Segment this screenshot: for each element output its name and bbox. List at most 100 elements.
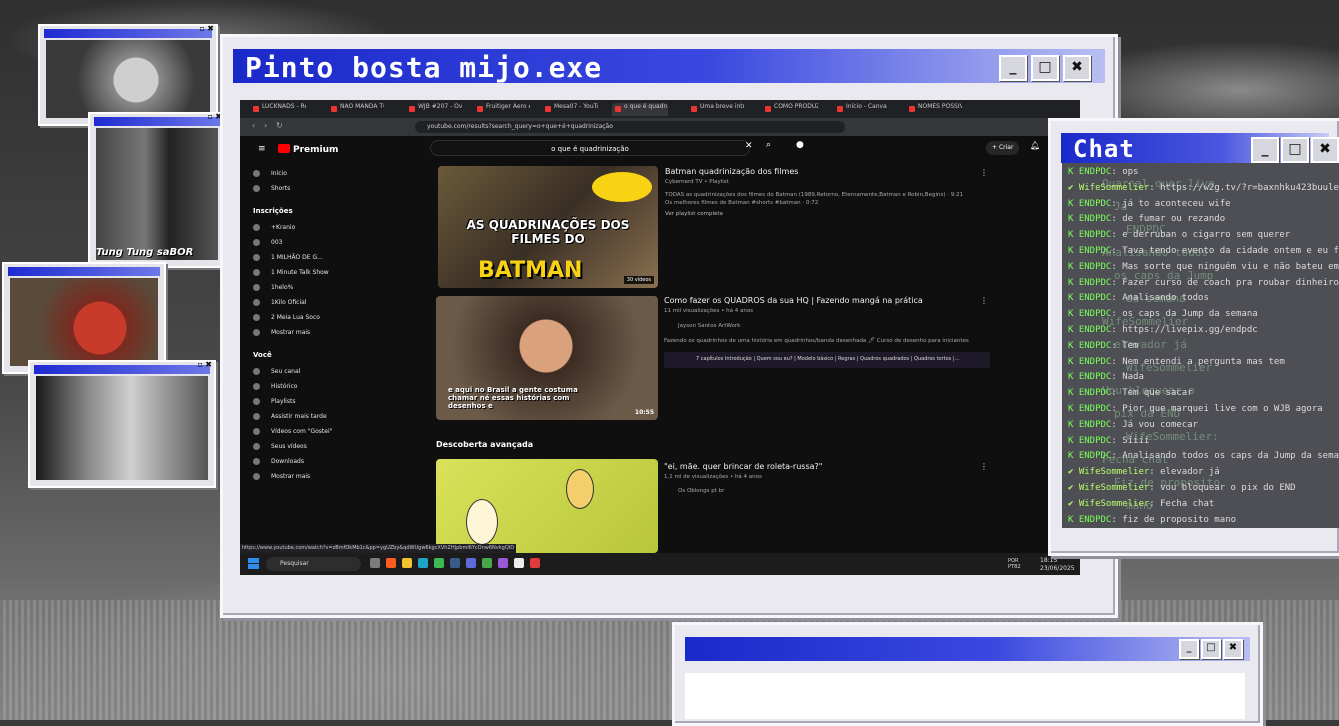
sidebar-item-your-videos[interactable]: Seus vídeos [248,439,358,454]
url-field[interactable]: youtube.com/results?search_query=o+que+é… [415,121,845,133]
minimize-button[interactable]: _ [999,55,1027,81]
chat-username[interactable]: K ENDPDC [1068,246,1111,256]
chat-username[interactable]: K ENDPDC [1068,372,1111,382]
app-icon[interactable] [514,558,524,568]
sidebar-sub-item[interactable]: 1 Minute Talk Show [248,265,358,280]
chrome-icon[interactable] [434,558,444,568]
search-input[interactable]: o que é quadrinização [430,140,750,156]
browser-tab[interactable]: WJB #207 - Ove Pier [406,103,462,116]
browser-tab[interactable]: NÃO MANDA TOMA [328,103,384,116]
chat-username[interactable]: K ENDPDC [1068,436,1111,446]
windows-start-icon[interactable] [248,558,259,569]
chat-username[interactable]: K ENDPDC [1068,357,1111,367]
channel-name[interactable]: Os Oblongs pt br [678,488,724,494]
browser-tab[interactable]: Fruitiger Aero Ambien [474,103,530,116]
main-window-titlebar[interactable]: Pinto bosta mijo.exe [233,49,1105,84]
chat-username[interactable]: ✔ WifeSommelier [1068,183,1149,193]
browser-tab[interactable]: LUCKNADS - Rebocu [250,103,306,116]
sidebar-subscriptions-header[interactable]: Inscrições [248,202,358,220]
video-title[interactable]: Como fazer os QUADROS da sua HQ | Fazend… [664,296,923,305]
browser-tab[interactable]: Mesa07 - YouTube [542,103,598,116]
maximize-button[interactable]: □ [1201,639,1221,659]
search-icon[interactable]: ⌕ [766,140,771,150]
more-options-icon[interactable]: ⋮ [980,462,988,471]
chat-username[interactable]: K ENDPDC [1068,262,1111,272]
video-title[interactable]: Batman quadrinização dos filmes [665,167,798,176]
maximize-button[interactable]: □ [1281,137,1309,163]
video-thumbnail-batman[interactable]: AS QUADRINAÇÕES DOS FILMES DO BATMAN 30 … [438,166,658,288]
chat-username[interactable]: K ENDPDC [1068,325,1111,335]
more-options-icon[interactable]: ⋮ [980,168,988,177]
youtube-logo[interactable]: Premium [278,144,338,155]
create-button[interactable]: + Criar [986,141,1020,155]
sidebar-show-more[interactable]: Mostrar mais [248,469,358,484]
chat-username[interactable]: K ENDPDC [1068,230,1111,240]
chat-log[interactable]: Quarnal quer live Já ENDPDC Analisando todo… [1062,163,1339,528]
chat-username[interactable]: ✔ WifeSommelier [1068,483,1149,493]
maximize-button[interactable]: □ [1031,55,1059,81]
brave-icon[interactable] [386,558,396,568]
view-playlist-link[interactable]: Ver playlist completa [665,211,723,217]
app-icon[interactable] [498,558,508,568]
chat-username[interactable]: ✔ WifeSommelier [1068,499,1149,509]
browser-tab[interactable]: Uma breve introduçã [688,103,744,116]
forward-icon[interactable]: › [264,121,267,130]
steam-icon[interactable] [450,558,460,568]
menu-icon[interactable]: ≡ [258,144,266,154]
minimize-button[interactable]: _ [1179,639,1199,659]
sidebar-sub-item[interactable]: 2 Meia Lua Soco [248,310,358,325]
close-button[interactable]: ✖ [1311,137,1339,163]
chapters-bar[interactable]: 7 capítulos Introdução | Quem sou eu? | … [664,352,990,368]
app-icon[interactable] [466,558,476,568]
chat-username[interactable]: K ENDPDC [1068,167,1111,177]
browser-tab[interactable]: Início - Canva [834,103,890,116]
sidebar-item-watch-later[interactable]: Assistir mais tarde [248,409,358,424]
clear-search-icon[interactable]: ✕ [745,141,753,151]
sidebar-sub-item[interactable]: +Kranio [248,220,358,235]
sidebar-item-history[interactable]: Histórico [248,379,358,394]
chat-username[interactable]: K ENDPDC [1068,420,1111,430]
sidebar-item-liked[interactable]: Vídeos com "Gostei" [248,424,358,439]
notifications-icon[interactable]: 🔔︎ [1030,141,1040,150]
sidebar-show-more[interactable]: Mostrar mais [248,325,358,340]
chat-username[interactable]: K ENDPDC [1068,293,1111,303]
sidebar-item-shorts[interactable]: Shorts [248,181,358,196]
channel-name[interactable]: Jayson Santos ArtWork [678,323,740,329]
close-button[interactable]: ✖ [1063,55,1091,81]
chat-username[interactable]: K ENDPDC [1068,388,1111,398]
chat-username[interactable]: K ENDPDC [1068,309,1111,319]
taskbar-search[interactable]: Pesquisar [266,557,361,571]
back-icon[interactable]: ‹ [252,121,255,130]
edge-icon[interactable] [418,558,428,568]
sidebar-item-playlists[interactable]: Playlists [248,394,358,409]
chat-username[interactable]: K ENDPDC [1068,451,1111,461]
browser-tab[interactable]: COMO PRODUZIR un [762,103,818,116]
reload-icon[interactable]: ↻ [276,121,283,130]
browser-tab[interactable]: NOMES POSSÍVEIS - [906,103,962,116]
video-thumbnail-oblongs[interactable] [436,459,658,553]
sidebar-sub-item[interactable]: 1Kilo Oficial [248,295,358,310]
chat-username[interactable]: K ENDPDC [1068,404,1111,414]
sidebar-you-header[interactable]: Você [248,346,358,364]
video-title[interactable]: "ei, mãe. quer brincar de roleta-russa?" [664,462,822,471]
more-options-icon[interactable]: ⋮ [980,296,988,305]
chat-username[interactable]: K ENDPDC [1068,214,1111,224]
app-icon[interactable] [530,558,540,568]
browser-tab-active[interactable]: o que é quadrinize [612,103,668,116]
chat-username[interactable]: K ENDPDC [1068,515,1111,525]
clock-time[interactable]: 18:15 [1040,557,1057,564]
mic-icon[interactable]: ● [796,140,804,150]
sidebar-sub-item[interactable]: 003 [248,235,358,250]
chat-username[interactable]: ✔ WifeSommelier [1068,467,1149,477]
sidebar-sub-item[interactable]: 1 MILHÃO DE G... [248,250,358,265]
chat-username[interactable]: K ENDPDC [1068,199,1111,209]
language-indicator[interactable]: POR PTB2 [1008,558,1024,570]
close-button[interactable]: ✖ [1223,639,1243,659]
chat-username[interactable]: K ENDPDC [1068,278,1111,288]
folder-icon[interactable] [402,558,412,568]
clock-date[interactable]: 23/06/2025 [1040,565,1075,572]
app-icon[interactable] [370,558,380,568]
minimize-button[interactable]: _ [1251,137,1279,163]
app-icon[interactable] [482,558,492,568]
sidebar-item-channel[interactable]: Seu canal [248,364,358,379]
